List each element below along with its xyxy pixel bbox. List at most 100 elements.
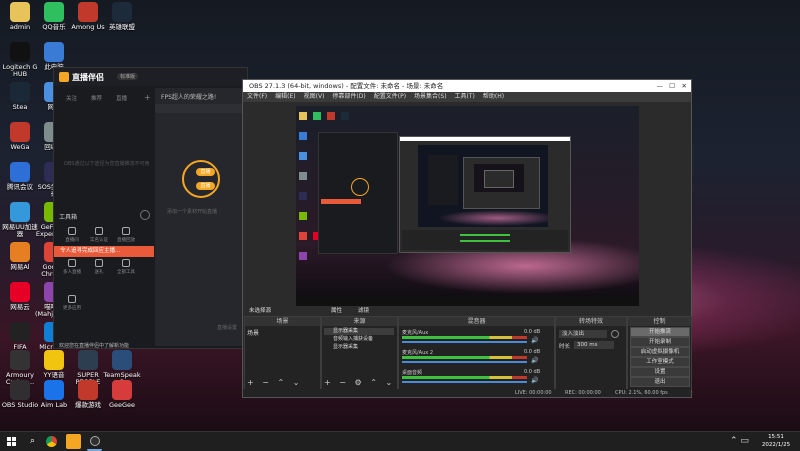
- tool-item[interactable]: 多人直播: [61, 259, 83, 275]
- assistant-toolbar[interactable]: [155, 104, 245, 113]
- volume-slider[interactable]: [402, 361, 527, 363]
- source-item[interactable]: 音频输入捕获设备: [324, 336, 394, 343]
- search-icon[interactable]: ⌕: [25, 434, 40, 449]
- desktop-icon[interactable]: Logitech G HUB: [1, 42, 39, 78]
- desktop-icon[interactable]: YY语音: [35, 350, 73, 379]
- app-icon: [44, 2, 64, 22]
- obs-preview[interactable]: [296, 106, 639, 306]
- desktop-icon[interactable]: GeeGee: [103, 380, 141, 409]
- tab-live[interactable]: 直播: [116, 94, 127, 102]
- sources-dock: 来源 显示器采集 音频输入捕获设备 显示器采集 + − ⚙ ⌃ ⌄: [321, 316, 398, 390]
- clock[interactable]: 15:51 2022/1/25: [756, 433, 796, 449]
- maximize-icon[interactable]: ☐: [669, 80, 675, 92]
- control-button[interactable]: 启动虚拟摄像机: [630, 347, 690, 357]
- mixer-channel-db: 0.0 dB: [524, 369, 541, 375]
- desktop-icon[interactable]: Among Us: [69, 2, 107, 31]
- tool-item[interactable]: 送礼: [88, 259, 110, 275]
- obs-menu-item[interactable]: 工具(T): [455, 93, 475, 100]
- obs-menu-item[interactable]: 帮助(H): [483, 93, 504, 100]
- tray-icons[interactable]: ⌃ ▭: [730, 436, 749, 446]
- add-tab-icon[interactable]: +: [144, 93, 151, 102]
- obs-menu-item[interactable]: 场景集合(S): [414, 93, 447, 100]
- assistant-toast[interactable]: 令人追寻完成回应主播...: [54, 246, 154, 257]
- app-icon: [10, 282, 30, 302]
- tool-item[interactable]: 直播间: [61, 227, 83, 243]
- center-pill-top[interactable]: 直播: [196, 168, 215, 176]
- control-button[interactable]: 退出: [630, 377, 690, 387]
- mute-icon[interactable]: 🔊: [531, 377, 538, 384]
- scene-item[interactable]: 场景: [247, 328, 317, 337]
- cpu-status: CPU: 2.1%, 60.00 fps: [615, 390, 668, 396]
- tab-follow[interactable]: 关注: [66, 94, 77, 102]
- mixer-title: 混音器: [399, 317, 554, 326]
- app-icon: [10, 162, 30, 182]
- volume-slider[interactable]: [402, 341, 527, 343]
- control-button[interactable]: 设置: [630, 367, 690, 377]
- transition-settings-icon[interactable]: [611, 330, 619, 338]
- transitions-dock: 转场特效 淡入淡出 时长 300 ms: [555, 316, 627, 390]
- tool-item[interactable]: 直播回放: [115, 227, 137, 243]
- obs-menu-item[interactable]: 停靠部件(D): [332, 93, 365, 100]
- obs-menu-item[interactable]: 视图(V): [304, 93, 325, 100]
- control-button[interactable]: 开始录制: [630, 337, 690, 347]
- center-pill-bottom[interactable]: 直播: [196, 182, 215, 190]
- source-controls[interactable]: + − ⚙ ⌃ ⌄: [324, 378, 395, 387]
- desktop-icon[interactable]: 腾讯会议: [1, 162, 39, 191]
- obs-menu-item[interactable]: 编辑(E): [275, 93, 295, 100]
- desktop-icon[interactable]: Stea: [1, 82, 39, 111]
- volume-meter: [402, 336, 527, 339]
- minimize-icon[interactable]: —: [657, 80, 664, 92]
- scene-controls[interactable]: + − ⌃ ⌄: [247, 378, 302, 387]
- desktop-icon[interactable]: 网易云: [1, 282, 39, 311]
- desktop-icon-label: GeeGee: [108, 401, 136, 409]
- control-button[interactable]: 开始推流: [630, 327, 690, 337]
- desktop-icon[interactable]: OBS Studio: [1, 380, 39, 409]
- desktop-icon[interactable]: 爆款游戏: [69, 380, 107, 409]
- volume-slider[interactable]: [402, 381, 527, 383]
- bottom-banner[interactable]: 欢迎您在直播伴侣中了解新功能: [59, 342, 129, 349]
- duration-label: 时长: [559, 344, 571, 350]
- obs-window[interactable]: OBS 27.1.3 (64-bit, windows) - 配置文件: 未命名…: [242, 79, 692, 398]
- desktop-icon[interactable]: WeGa: [1, 122, 39, 151]
- source-properties-bar: 未选择源 属性 滤镜: [243, 306, 691, 316]
- desktop-icon[interactable]: 网易Al: [1, 242, 39, 271]
- duration-input[interactable]: 300 ms: [574, 341, 614, 349]
- desktop-icon[interactable]: QQ音乐: [35, 2, 73, 31]
- app-icon: [78, 2, 98, 22]
- desktop-icon[interactable]: FIFA: [1, 322, 39, 351]
- tab-recommend[interactable]: 推荐: [91, 94, 102, 102]
- toolbox-settings-icon[interactable]: [140, 210, 150, 220]
- mute-icon[interactable]: 🔊: [531, 337, 538, 344]
- mixer-channel-name: 麦克风/Aux: [402, 330, 429, 336]
- obs-icon[interactable]: [87, 434, 102, 451]
- start-icon[interactable]: [4, 434, 19, 449]
- obs-menu-item[interactable]: 文件(F): [247, 93, 267, 100]
- volume-meter: [402, 376, 527, 379]
- filters-button[interactable]: 滤镜: [358, 306, 369, 316]
- control-button[interactable]: 工作室模式: [630, 357, 690, 367]
- properties-button[interactable]: 属性: [331, 306, 342, 316]
- assistant-logo-icon: [59, 72, 69, 82]
- volume-meter: [402, 356, 527, 359]
- chrome-icon[interactable]: [44, 434, 59, 449]
- source-item[interactable]: 显示器采集: [324, 344, 394, 351]
- desktop-icon[interactable]: 网易UU加速器: [1, 202, 39, 238]
- scenes-dock: 场景 场景 + − ⌃ ⌄: [244, 316, 321, 390]
- obs-titlebar[interactable]: OBS 27.1.3 (64-bit, windows) - 配置文件: 未命名…: [243, 80, 691, 92]
- tool-item[interactable]: 全部工具: [115, 259, 137, 275]
- clock-time: 15:51: [768, 434, 784, 440]
- desktop-icon[interactable]: Aim Lab: [35, 380, 73, 409]
- tool-item[interactable]: 实名认证: [88, 227, 110, 243]
- assistant-titlebar[interactable]: 直播伴侣 标准版: [54, 68, 247, 86]
- desktop-icon[interactable]: 英雄联盟: [103, 2, 141, 31]
- assistant-icon[interactable]: [66, 434, 81, 449]
- assistant-right-panel: FPS超人的荣耀之路! 直播 直播 添加一个素材开始直播 直播设置: [155, 88, 245, 346]
- obs-menu-item[interactable]: 配置文件(P): [374, 93, 406, 100]
- mute-icon[interactable]: 🔊: [531, 357, 538, 364]
- right-settings-label[interactable]: 直播设置: [217, 324, 237, 331]
- close-icon[interactable]: ✕: [682, 80, 687, 92]
- tool-item[interactable]: 更多应用: [61, 295, 83, 311]
- source-item[interactable]: 显示器采集: [324, 328, 394, 335]
- transition-select[interactable]: 淡入淡出: [559, 330, 607, 338]
- desktop-icon[interactable]: admin: [1, 2, 39, 31]
